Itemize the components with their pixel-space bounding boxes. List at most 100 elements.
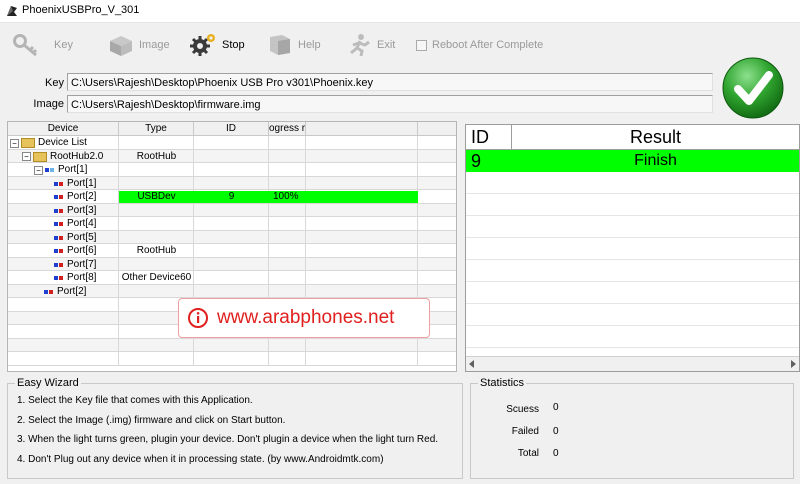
- tree-label: Port[3]: [67, 204, 97, 216]
- success-value: 0: [553, 402, 559, 413]
- table-cell-divider: [306, 163, 418, 176]
- stop-button-label: Stop: [222, 39, 245, 51]
- tree-node-subport[interactable]: Port[8]: [54, 272, 96, 284]
- port-icon: [54, 181, 64, 186]
- result-empty-row: [466, 216, 799, 238]
- table-cell-divider: [269, 203, 306, 216]
- result-row-id: 9: [471, 151, 482, 171]
- table-cell-divider: [306, 217, 418, 230]
- reboot-after-complete-checkbox[interactable]: Reboot After Complete: [416, 32, 543, 58]
- tree-node-subport[interactable]: Port[7]: [54, 259, 96, 271]
- tree-node-subport[interactable]: Port[6]: [54, 245, 96, 257]
- table-cell-divider: [194, 284, 269, 297]
- watermark-text: www.arabphones.net: [217, 307, 395, 328]
- table-cell-divider: [269, 338, 306, 351]
- table-cell-divider: [269, 244, 306, 257]
- result-panel[interactable]: ID Result 9 Finish: [465, 124, 800, 372]
- image-button[interactable]: Image: [107, 32, 170, 58]
- table-cell-divider: [306, 257, 418, 270]
- key-button-label: Key: [54, 39, 73, 51]
- key-icon: [13, 34, 38, 57]
- result-col-header-result[interactable]: Result: [512, 125, 799, 150]
- table-cell-divider: [119, 230, 194, 243]
- result-horizontal-scrollbar[interactable]: [466, 356, 799, 371]
- watermark-banner: www.arabphones.net: [178, 298, 430, 338]
- statistics-title: Statistics: [478, 377, 527, 389]
- image-path-field[interactable]: C:\Users\Rajesh\Desktop\firmware.img: [67, 95, 713, 113]
- tree-node-subport[interactable]: Port[2]: [54, 191, 96, 203]
- wizard-step-1: 1. Select the Key file that comes with t…: [17, 395, 253, 406]
- port8-type: Other Device60: [121, 272, 192, 283]
- table-cell-divider: [306, 338, 418, 351]
- tree-node-roothub[interactable]: − RootHub2.0: [22, 151, 103, 163]
- tree-node-port2[interactable]: Port[2]: [44, 286, 86, 298]
- table-cell-divider: [119, 338, 194, 351]
- reboot-checkbox-box[interactable]: [416, 39, 427, 51]
- table-cell-divider: [194, 338, 269, 351]
- table-row[interactable]: [8, 338, 456, 352]
- exit-button-label: Exit: [377, 39, 396, 51]
- total-label: Total: [517, 448, 539, 459]
- table-cell-divider: [119, 352, 194, 365]
- help-book-icon: [270, 35, 290, 55]
- port6-type: RootHub: [136, 245, 177, 256]
- table-cell-divider: [269, 149, 306, 162]
- image-box-icon: [110, 36, 132, 56]
- easy-wizard-title: Easy Wizard: [15, 377, 81, 389]
- table-cell-divider: [306, 176, 418, 189]
- table-cell-divider: [8, 325, 119, 338]
- stop-button[interactable]: Stop: [188, 32, 245, 58]
- collapse-icon[interactable]: −: [10, 138, 19, 148]
- result-col-header-id[interactable]: ID: [466, 125, 512, 150]
- result-row[interactable]: 9 Finish: [466, 150, 799, 172]
- tree-node-subport[interactable]: Port[5]: [54, 232, 96, 244]
- table-cell-divider: [306, 271, 418, 284]
- key-button[interactable]: Key: [12, 32, 73, 58]
- table-cell-divider: [269, 352, 306, 365]
- tree-node-subport[interactable]: Port[4]: [54, 218, 96, 230]
- table-cell-divider: [8, 311, 119, 324]
- tree-label: Port[1]: [58, 164, 88, 175]
- port-icon: [54, 249, 64, 253]
- table-cell-divider: [194, 176, 269, 189]
- image-button-label: Image: [139, 39, 170, 51]
- failed-value: 0: [553, 426, 559, 437]
- tree-node-device-list[interactable]: − Device List: [10, 137, 87, 149]
- table-cell-divider: [269, 217, 306, 230]
- tree-label: Port[2]: [57, 285, 87, 297]
- table-cell-divider: [194, 352, 269, 365]
- tree-label: Port[1]: [67, 177, 97, 189]
- key-path-field[interactable]: C:\Users\Rajesh\Desktop\Phoenix USB Pro …: [67, 73, 713, 91]
- col-header-type[interactable]: Type: [119, 122, 194, 136]
- result-empty-row: [466, 194, 799, 216]
- exit-button[interactable]: Exit: [347, 32, 395, 58]
- collapse-icon[interactable]: −: [34, 165, 43, 175]
- result-row-result: Finish: [634, 152, 677, 169]
- scroll-left-arrow-icon[interactable]: [469, 360, 474, 368]
- title-bar: PhoenixUSBPro_V_301: [0, 0, 800, 23]
- tree-node-subport[interactable]: Port[1]: [54, 178, 96, 190]
- wizard-step-4: 4. Don't Plug out any device when it in …: [17, 454, 384, 465]
- col-header-empty: [306, 122, 418, 136]
- help-button[interactable]: Help: [266, 32, 321, 58]
- port-icon: [54, 276, 64, 280]
- table-cell-divider: [269, 271, 306, 284]
- table-row[interactable]: [8, 352, 456, 366]
- table-cell-divider: [119, 217, 194, 230]
- scroll-right-arrow-icon[interactable]: [791, 360, 796, 368]
- window-title: PhoenixUSBPro_V_301: [22, 4, 140, 16]
- table-cell-divider: [8, 338, 119, 351]
- col-header-device[interactable]: Device: [8, 122, 119, 136]
- device-grid[interactable]: Device Type ID ogress r − Device List − …: [7, 121, 457, 372]
- col-header-id[interactable]: ID: [194, 122, 269, 136]
- col-header-progress[interactable]: ogress r: [269, 122, 306, 136]
- green-check-icon: [722, 57, 784, 119]
- gear-icon: [190, 34, 215, 56]
- table-cell-divider: [306, 149, 418, 162]
- roothub-type: RootHub: [136, 150, 177, 162]
- collapse-icon[interactable]: −: [22, 152, 31, 161]
- phoenix-app-icon: [7, 6, 17, 16]
- success-label: Scuess: [506, 404, 539, 415]
- tree-node-port1[interactable]: − Port[1]: [34, 164, 87, 176]
- tree-node-subport[interactable]: Port[3]: [54, 205, 96, 217]
